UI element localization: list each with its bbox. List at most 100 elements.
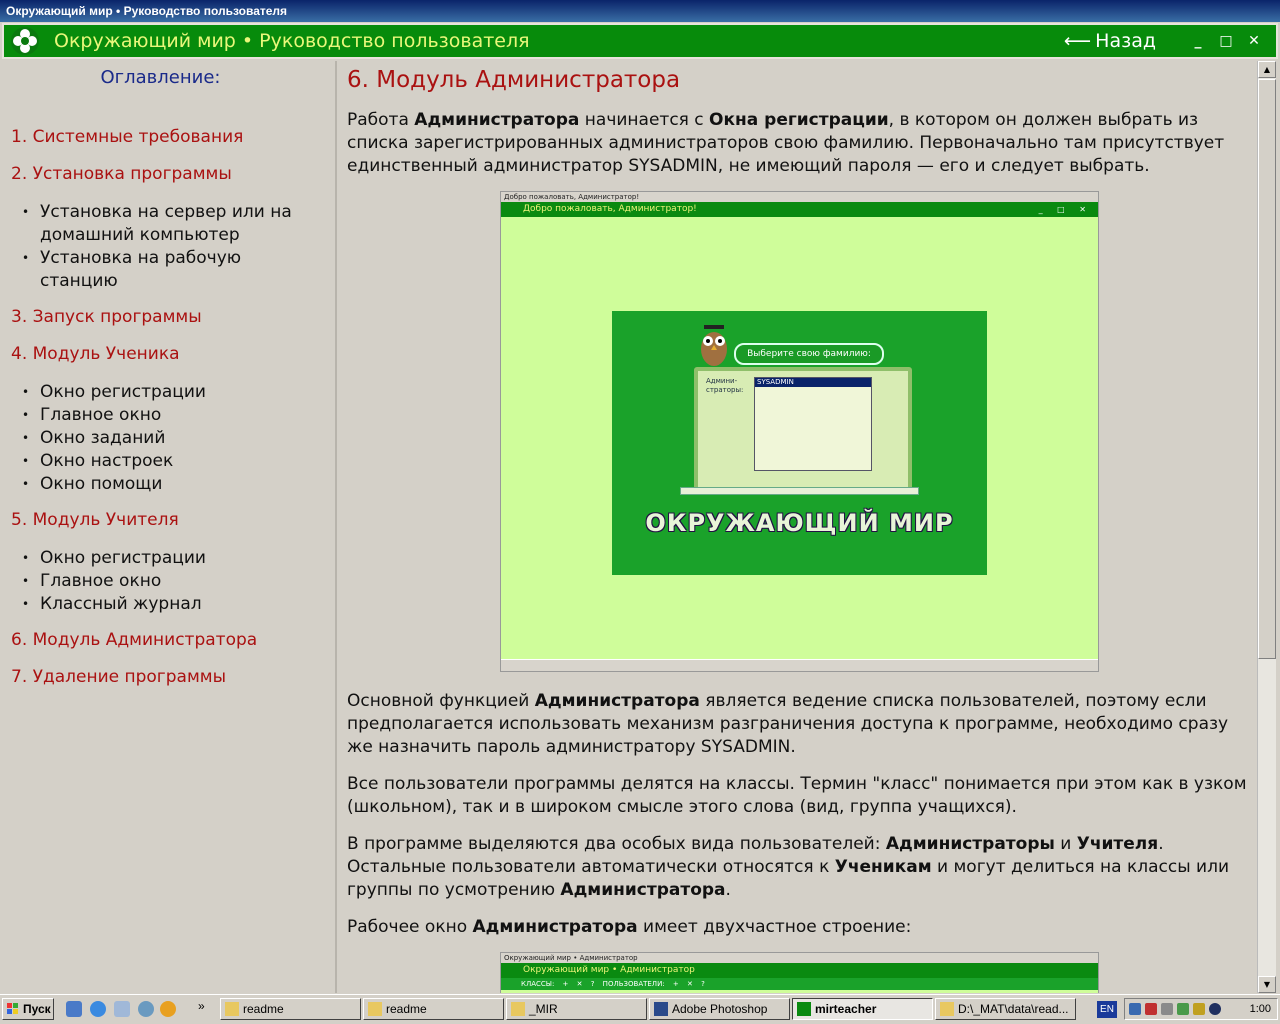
scroll-down-button[interactable]: ▼: [1258, 976, 1276, 993]
quick-launch-more[interactable]: »: [198, 999, 205, 1013]
volume-icon[interactable]: [1193, 1003, 1205, 1015]
taskbar: Пуск » readme readme _MIR Adobe Photosho…: [0, 994, 1280, 1024]
maximize-button[interactable]: □: [1212, 33, 1240, 49]
toc-link-admin-module[interactable]: 6. Модуль Администратора: [11, 630, 257, 650]
toc-link-system-requirements[interactable]: 1. Системные требования: [11, 127, 243, 147]
toc-sub-label: Главное окно: [40, 571, 162, 591]
toc-sub-label: Окно регистрации: [40, 548, 206, 568]
task-label: readme: [243, 1002, 284, 1016]
toc-sub-label: Установка на рабочую станцию: [40, 248, 242, 291]
folder-icon: [511, 1002, 525, 1016]
scroll-up-button[interactable]: ▲: [1258, 61, 1276, 78]
flower-app-icon: [797, 1002, 811, 1016]
photoshop-icon: [654, 1002, 668, 1016]
folder-icon: [940, 1002, 954, 1016]
quick-launch-media-icon[interactable]: [138, 1001, 154, 1017]
task-label: readme: [386, 1002, 427, 1016]
paragraph-window-structure: Рабочее окно Администратора имеет двухча…: [347, 917, 912, 937]
screenshot-os-title: Добро пожаловать, Администратор!: [501, 192, 1098, 202]
app-title: Окружающий мир • Руководство пользовател…: [54, 30, 530, 52]
toc-sub-install-server[interactable]: Установка на сервер или на домашний комп…: [22, 201, 300, 247]
flower-logo-icon: [10, 26, 40, 56]
task-mir[interactable]: _MIR: [506, 998, 647, 1020]
task-readme-1[interactable]: readme: [220, 998, 361, 1020]
toc-link-installation[interactable]: 2. Установка программы: [11, 164, 232, 184]
toc-sidebar: Оглавление: 1. Системные требования 2. У…: [4, 61, 337, 993]
paragraph-admin-function: Основной функцией Администратора являетс…: [347, 691, 1229, 757]
toc-sub-label: Установка на сервер или на домашний комп…: [40, 202, 292, 245]
bold-term: Ученикам: [834, 857, 932, 877]
toc-sub-label: Окно настроек: [40, 451, 174, 471]
bold-term: Окна регистрации: [709, 110, 889, 130]
bold-term: Администратора: [534, 691, 700, 711]
toc-sub-label: Окно помощи: [40, 474, 163, 494]
toc-sub-label: Классный журнал: [40, 594, 202, 614]
task-readme-2[interactable]: readme: [363, 998, 504, 1020]
clock: 1:00: [1249, 1003, 1271, 1015]
toc-sub-install-workstation[interactable]: Установка на рабочую станцию: [22, 247, 280, 293]
quick-launch-desktop-icon[interactable]: [66, 1001, 82, 1017]
bold-term: Администраторы: [885, 834, 1055, 854]
vertical-scrollbar[interactable]: ▲ ▼: [1257, 61, 1276, 993]
paragraph-classes: Все пользователи программы делятся на кл…: [347, 774, 1247, 817]
quick-launch-explorer-icon[interactable]: [114, 1001, 130, 1017]
toc-sub-label: Окно регистрации: [40, 382, 206, 402]
screenshot2-toolbar: КЛАССЫ: + ✕ ? ПОЛЬЗОВАТЕЛИ: + ✕ ?: [501, 978, 1098, 990]
toc-sub-teacher-journal[interactable]: Классный журнал: [22, 593, 202, 616]
toc-sub-student-main[interactable]: Главное окно: [22, 404, 161, 427]
device-icon[interactable]: [1161, 1003, 1173, 1015]
media-tray-icon[interactable]: [1209, 1003, 1221, 1015]
language-indicator[interactable]: EN: [1097, 1001, 1117, 1018]
arrow-left-icon: ⟵: [1063, 30, 1092, 52]
bold-term: Администратора: [560, 880, 726, 900]
system-tray: 1:00: [1124, 998, 1278, 1020]
section-title: 6. Модуль Администратора: [347, 67, 681, 93]
toc-link-student-module[interactable]: 4. Модуль Ученика: [11, 344, 180, 364]
start-button[interactable]: Пуск: [2, 998, 54, 1020]
paragraph-user-types: В программе выделяются два особых вида п…: [347, 834, 1230, 900]
toc-sub-teacher-registration[interactable]: Окно регистрации: [22, 547, 206, 570]
task-label: Adobe Photoshop: [672, 1002, 768, 1016]
folder-icon: [368, 1002, 382, 1016]
task-label: mirteacher: [815, 1002, 877, 1016]
start-label: Пуск: [23, 1002, 51, 1016]
task-label: _MIR: [529, 1002, 558, 1016]
task-mirteacher[interactable]: mirteacher: [792, 998, 933, 1020]
scroll-thumb[interactable]: [1258, 79, 1276, 659]
task-explorer-path[interactable]: D:\_MAT\data\read...: [935, 998, 1076, 1020]
back-button[interactable]: ⟵ Назад: [1064, 30, 1156, 52]
screenshot-header-title: Добро пожаловать, Администратор!: [523, 204, 697, 214]
toc-link-launch[interactable]: 3. Запуск программы: [11, 307, 202, 327]
screenshot-bubble: Выберите свою фамилию:: [734, 343, 884, 365]
back-button-label: Назад: [1095, 30, 1156, 52]
toc-link-uninstall[interactable]: 7. Удаление программы: [11, 667, 226, 687]
task-photoshop[interactable]: Adobe Photoshop: [649, 998, 790, 1020]
screenshot-board: Админи-страторы: SYSADMIN: [694, 367, 912, 493]
app-tray-icon[interactable]: [1177, 1003, 1189, 1015]
toc-sub-student-help[interactable]: Окно помощи: [22, 473, 163, 496]
network-error-icon[interactable]: [1145, 1003, 1157, 1015]
screenshot-list-selected: SYSADMIN: [755, 378, 871, 387]
toc-sub-student-settings[interactable]: Окно настроек: [22, 450, 174, 473]
toc-link-teacher-module[interactable]: 5. Модуль Учителя: [11, 510, 179, 530]
app-header: Окружающий мир • Руководство пользовател…: [2, 23, 1278, 59]
minimize-button[interactable]: _: [1184, 33, 1212, 49]
toc-title: Оглавление:: [100, 67, 221, 88]
task-label: D:\_MAT\data\read...: [958, 1002, 1069, 1016]
paragraph-intro: Работа Администратора начинается с Окна …: [347, 110, 1225, 176]
toc-sub-student-tasks[interactable]: Окно заданий: [22, 427, 166, 450]
quick-launch-player-icon[interactable]: [160, 1001, 176, 1017]
close-button[interactable]: ✕: [1240, 33, 1268, 49]
toc-sub-student-registration[interactable]: Окно регистрации: [22, 381, 206, 404]
screenshot-window-controls: _ □ ✕: [1038, 205, 1092, 214]
quick-launch-ie-icon[interactable]: [90, 1001, 106, 1017]
toc-sub-teacher-main[interactable]: Главное окно: [22, 570, 162, 593]
screenshot-brand: ОКРУЖАЮЩИЙ МИР: [645, 509, 954, 537]
screenshot-admin-list: SYSADMIN: [754, 377, 872, 471]
screenshot-login-panel: Выберите свою фамилию: Админи-страторы: …: [612, 311, 987, 575]
screenshot-taskbar: [501, 659, 1098, 671]
network-icon[interactable]: [1129, 1003, 1141, 1015]
toc-sub-label: Окно заданий: [40, 428, 166, 448]
main-content: 6. Модуль Администратора Работа Админист…: [339, 61, 1255, 993]
screenshot2-os-title: Окружающий мир • Администратор: [501, 953, 1098, 963]
